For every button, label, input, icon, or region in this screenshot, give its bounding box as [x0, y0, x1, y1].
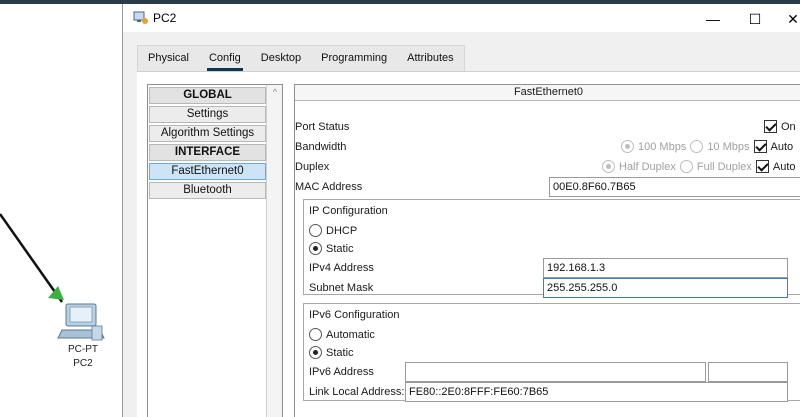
bw-auto-label: Auto [770, 140, 794, 153]
link-local-address-input[interactable] [405, 382, 788, 402]
ipv6-automatic-radio[interactable] [309, 328, 322, 341]
static-radio[interactable] [309, 242, 322, 255]
sidebar-item-fastethernet0[interactable]: FastEthernet0 [149, 163, 266, 180]
bw-10-radio[interactable] [690, 140, 704, 153]
close-button[interactable]: ✕ [773, 8, 800, 30]
sidebar-scrollbar[interactable]: ^ [266, 85, 282, 417]
bw-100-label: 100 Mbps [638, 140, 687, 153]
half-duplex-radio[interactable] [602, 160, 615, 173]
interface-panel-title: FastEthernet0 [295, 85, 800, 101]
bw-10-label: 10 Mbps [707, 140, 750, 153]
dhcp-label: DHCP [326, 224, 358, 237]
dhcp-radio[interactable] [309, 224, 322, 237]
link-local-address-label: Link Local Address: [309, 386, 405, 398]
tab-programming[interactable]: Programming [311, 46, 397, 72]
half-duplex-label: Half Duplex [619, 160, 676, 173]
full-duplex-label: Full Duplex [696, 160, 752, 173]
tab-physical[interactable]: Physical [138, 46, 199, 72]
ipv6-static-radio[interactable] [309, 346, 322, 359]
duplex-label: Duplex [295, 161, 330, 173]
port-status-control: On [764, 120, 796, 133]
minimize-button[interactable]: — [693, 8, 733, 30]
static-label: Static [326, 242, 354, 255]
pc-app-icon [133, 11, 148, 24]
pc-device-icon[interactable] [57, 303, 105, 341]
ipv6-address-input[interactable] [405, 362, 706, 382]
bandwidth-label: Bandwidth [295, 141, 347, 153]
sidebar-header-interface: INTERFACE [149, 144, 266, 161]
interface-panel: FastEthernet0 Port Status On Bandwidth 1… [294, 84, 800, 417]
bw-100-radio[interactable] [621, 140, 634, 153]
ipv6-configuration-group: IPv6 Configuration Automatic Static IPv6… [303, 303, 800, 402]
ip-configuration-title: IP Configuration [309, 205, 388, 217]
subnet-mask-input[interactable] [543, 278, 788, 298]
ipv4-address-input[interactable] [543, 258, 788, 278]
device-dialog: PC2 — ☐ ✕ Physical Config Desktop Progra… [122, 4, 800, 417]
duplex-controls: Half Duplex Full Duplex Auto [602, 160, 796, 173]
duplex-auto-checkbox[interactable] [755, 160, 769, 173]
sidebar-item-bluetooth[interactable]: Bluetooth [149, 182, 266, 199]
scroll-up-icon[interactable]: ^ [269, 87, 281, 97]
bandwidth-controls: 100 Mbps 10 Mbps Auto [621, 140, 793, 153]
sidebar-header-global: GLOBAL [149, 87, 266, 104]
ipv6-configuration-title: IPv6 Configuration [309, 309, 400, 321]
port-status-label: Port Status [295, 121, 350, 133]
duplex-auto-label: Auto [772, 160, 796, 173]
maximize-button[interactable]: ☐ [735, 8, 775, 30]
port-status-on-label: On [781, 120, 796, 133]
tab-bar: Physical Config Desktop Programming Attr… [137, 45, 465, 71]
bw-auto-checkbox[interactable] [753, 140, 767, 153]
static-option: Static [309, 242, 354, 255]
ipv6-static-label: Static [326, 346, 354, 359]
link-cable[interactable] [0, 213, 64, 303]
sidebar-item-algorithm-settings[interactable]: Algorithm Settings [149, 125, 266, 142]
window-title: PC2 [153, 11, 177, 25]
device-name-label: PC2 [73, 358, 93, 369]
ipv6-automatic-option: Automatic [309, 328, 375, 341]
link-status-icon [48, 286, 64, 300]
tab-attributes[interactable]: Attributes [397, 46, 463, 72]
subnet-mask-label: Subnet Mask [309, 282, 374, 294]
topology-workspace[interactable]: PC-PT PC2 [0, 4, 122, 417]
config-content: GLOBAL Settings Algorithm Settings INTER… [137, 71, 800, 417]
port-status-checkbox[interactable] [764, 120, 777, 133]
mac-address-label: MAC Address [295, 181, 363, 193]
sidebar-item-settings[interactable]: Settings [149, 106, 266, 123]
full-duplex-radio[interactable] [679, 160, 693, 173]
ipv6-prefix-input[interactable] [708, 362, 788, 382]
device-type-label: PC-PT [68, 344, 98, 355]
topology-canvas [0, 213, 105, 341]
ip-configuration-group: IP Configuration DHCP Static IPv4 Addres… [303, 199, 800, 298]
dhcp-option: DHCP [309, 224, 357, 237]
tab-desktop[interactable]: Desktop [251, 46, 311, 72]
mac-address-input[interactable] [549, 177, 800, 197]
tab-config[interactable]: Config [199, 46, 251, 72]
ipv4-address-label: IPv4 Address [309, 262, 374, 274]
config-sidebar: GLOBAL Settings Algorithm Settings INTER… [147, 84, 283, 417]
ipv6-automatic-label: Automatic [326, 328, 375, 341]
title-bar[interactable]: PC2 — ☐ ✕ [123, 4, 800, 32]
ipv6-address-label: IPv6 Address [309, 366, 374, 378]
ipv6-static-option: Static [309, 346, 354, 359]
